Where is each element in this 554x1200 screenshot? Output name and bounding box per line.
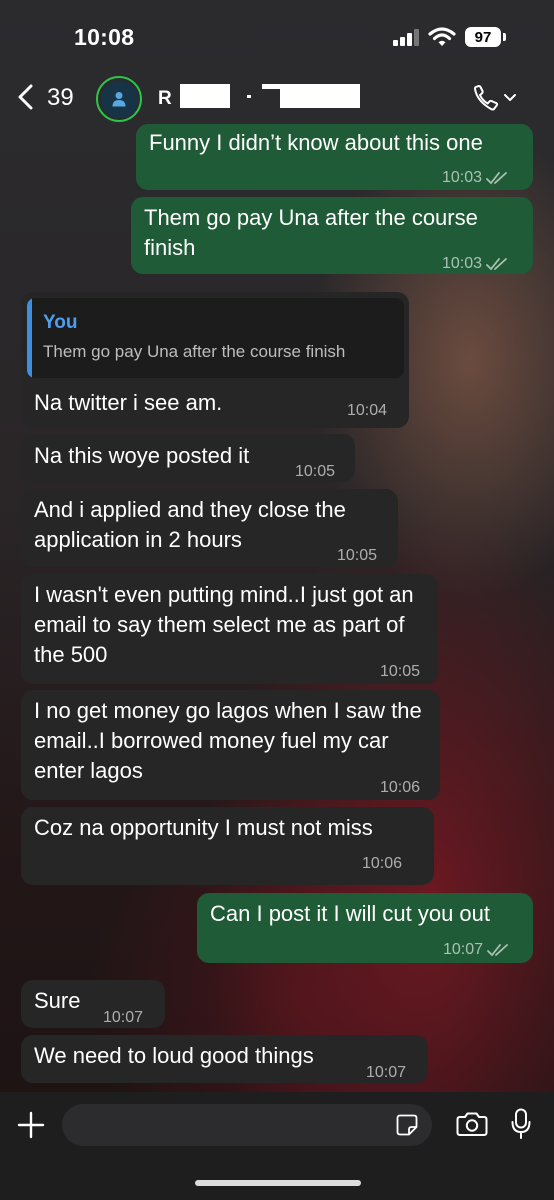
message-text: Coz na opportunity I must not miss (34, 815, 373, 840)
message-timestamp: 10:07 (443, 935, 509, 965)
redaction-dot (247, 95, 251, 98)
sticker-icon[interactable] (396, 1114, 418, 1136)
message-bubble-outgoing[interactable]: Can I post it I will cut you out 10:07 (197, 893, 533, 963)
contact-name[interactable]: R (158, 88, 172, 110)
person-icon (112, 92, 126, 107)
message-bubble-incoming[interactable]: Coz na opportunity I must not miss 10:06 (21, 807, 434, 885)
mic-icon[interactable] (511, 1108, 531, 1140)
message-bubble-incoming[interactable]: Na this woye posted it 10:05 (21, 434, 355, 482)
battery-indicator: 97 (465, 27, 501, 47)
cellular-signal-icon (393, 29, 419, 46)
redaction-bar (280, 84, 360, 108)
camera-icon[interactable] (456, 1111, 488, 1137)
redaction-bar (180, 84, 230, 108)
message-timestamp: 10:05 (337, 547, 378, 564)
message-timestamp: 10:06 (380, 779, 421, 796)
quoted-message[interactable]: You Them go pay Una after the course fin… (27, 298, 404, 378)
home-indicator (195, 1180, 361, 1186)
message-text: Funny I didn’t know about this one (149, 130, 483, 155)
message-bubble-incoming[interactable]: And i applied and they close the applica… (21, 489, 398, 567)
phone-icon[interactable] (472, 84, 518, 112)
quote-author: You (43, 312, 78, 333)
plus-icon[interactable] (16, 1110, 46, 1140)
message-timestamp: 10:05 (295, 463, 336, 480)
double-check-icon (486, 257, 507, 271)
message-text: Sure (34, 988, 81, 1013)
message-text: Na this woye posted it (34, 443, 250, 468)
message-timestamp: 10:04 (347, 402, 388, 419)
message-bubble-outgoing[interactable]: Them go pay Una after the course finish … (131, 197, 533, 274)
double-check-icon (486, 171, 507, 185)
message-timestamp: 10:07 (103, 1009, 144, 1026)
message-timestamp: 10:07 (366, 1064, 407, 1081)
message-timestamp: 10:03 (442, 249, 508, 279)
unread-count[interactable]: 39 (47, 84, 74, 112)
battery-tip (503, 33, 506, 41)
message-bubble-incoming[interactable]: I wasn't even putting mind..I just got a… (21, 574, 438, 684)
status-time: 10:08 (74, 24, 135, 50)
message-text: We need to loud good things (34, 1043, 314, 1068)
message-text: I no get money go lagos when I saw the e… (34, 698, 422, 783)
message-bubble-incoming[interactable]: I no get money go lagos when I saw the e… (21, 690, 440, 800)
quote-accent-bar (27, 298, 32, 378)
message-text: Can I post it I will cut you out (210, 901, 491, 926)
wifi-icon (428, 27, 456, 46)
chevron-down-icon (504, 94, 516, 101)
message-input[interactable] (62, 1104, 432, 1146)
message-bubble-incoming[interactable]: We need to loud good things 10:07 (21, 1035, 428, 1083)
message-timestamp: 10:03 (442, 163, 508, 193)
message-bubble-outgoing[interactable]: Funny I didn’t know about this one 10:03 (136, 124, 533, 190)
message-bubble-incoming[interactable]: Sure 10:07 (21, 980, 165, 1028)
message-timestamp: 10:06 (362, 855, 403, 872)
avatar[interactable] (96, 76, 142, 122)
message-text: Na twitter i see am. (34, 390, 223, 415)
message-text: I wasn't even putting mind..I just got a… (34, 582, 414, 667)
back-chevron-icon[interactable] (16, 84, 36, 110)
message-timestamp: 10:05 (380, 663, 421, 680)
quote-text: Them go pay Una after the course finish (43, 342, 346, 361)
double-check-icon (487, 943, 508, 957)
redaction-bar (262, 84, 280, 89)
